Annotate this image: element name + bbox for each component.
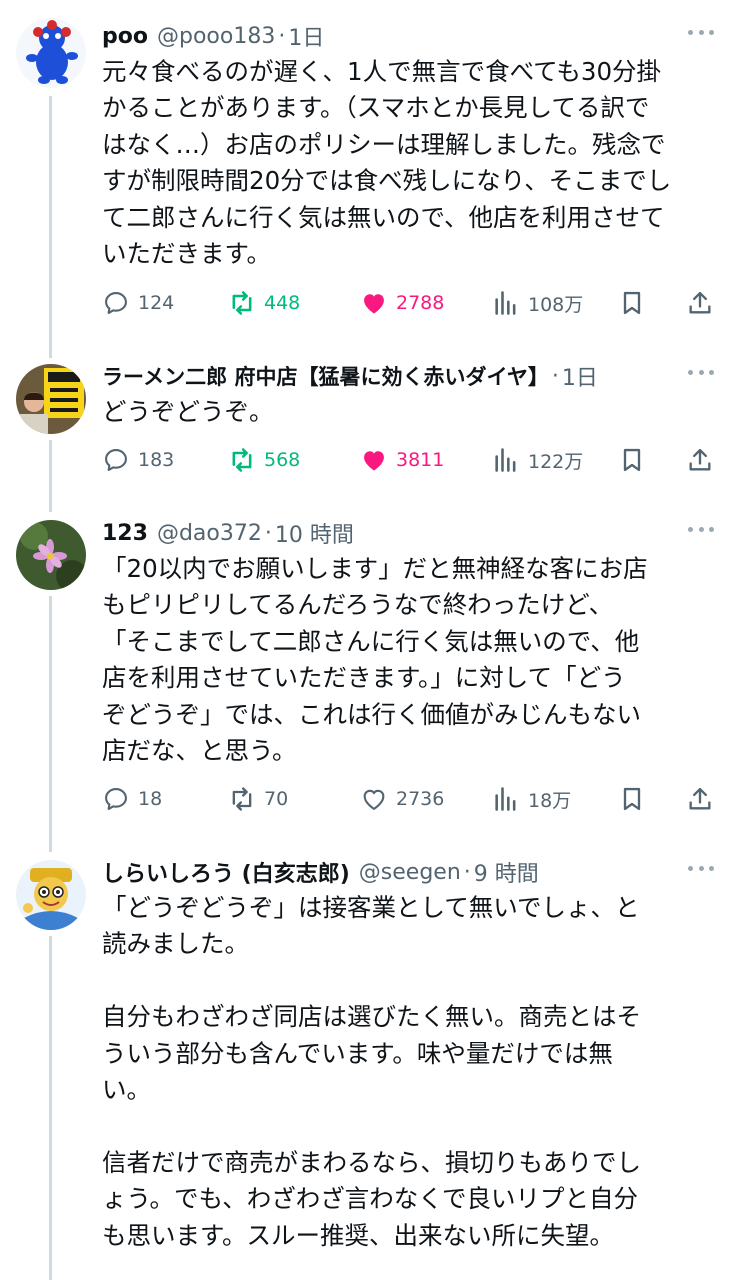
separator-dot: ·: [278, 23, 286, 49]
retweet-count: 448: [264, 292, 301, 314]
like-button[interactable]: 2736: [360, 779, 444, 819]
action-bar: 183 568 3811 122万: [102, 440, 714, 480]
reply-button[interactable]: 18: [102, 779, 162, 819]
user-handle[interactable]: @pooo183: [157, 24, 275, 49]
heart-filled-icon: [364, 451, 384, 471]
views-count: 122万: [528, 450, 584, 473]
display-name[interactable]: ラーメン二郎 府中店【猛暑に効く赤いダイヤ】: [102, 361, 549, 391]
share-icon: [689, 291, 711, 314]
timestamp[interactable]: 1日: [288, 20, 324, 52]
views-count: 18万: [528, 789, 572, 812]
bookmark-icon: [623, 787, 641, 811]
timestamp[interactable]: 10 時間: [275, 517, 354, 549]
timestamp[interactable]: 9 時間: [474, 856, 539, 888]
reply-icon: [105, 449, 127, 471]
more-options-icon[interactable]: [688, 28, 714, 36]
tweet-text: 「どうぞどうぞ」は接客業として無いでしょ、と 読みました。 自分もわざわざ同店は…: [102, 893, 641, 1250]
timestamp[interactable]: 1日: [562, 360, 598, 392]
views-count: 108万: [528, 293, 584, 316]
reply-icon: [105, 292, 127, 314]
tweet-header: しらいしろう (白亥志郎) @seegen · 9 時間: [102, 854, 539, 890]
tweet-text: 元々食べるのが遅く、1人で無言で食べても30分掛 かることがあります。（スマホと…: [102, 57, 672, 269]
more-options-icon[interactable]: [688, 864, 714, 872]
tweet-header: 123 @dao372 · 10 時間: [102, 515, 354, 551]
share-button[interactable]: [686, 283, 714, 323]
separator-dot: ·: [463, 859, 471, 885]
reply-count: 183: [138, 449, 175, 471]
ramen-shop-avatar[interactable]: [16, 364, 86, 434]
action-bar: 124 448 2788 108万: [102, 283, 714, 323]
heart-outline-icon: [363, 789, 385, 810]
retweet-button[interactable]: 568: [228, 440, 300, 480]
flower-photo-avatar[interactable]: [16, 520, 86, 590]
views-chart-icon: [495, 787, 516, 811]
more-options-icon[interactable]: [688, 525, 714, 533]
retweet-button[interactable]: 70: [228, 779, 288, 819]
cartoon-character-avatar[interactable]: [16, 860, 86, 930]
reply-icon: [105, 788, 127, 810]
bookmark-icon: [623, 448, 641, 472]
tweet-header: poo @pooo183 · 1日: [102, 18, 324, 54]
like-count: 2736: [396, 788, 445, 810]
like-button[interactable]: 3811: [360, 440, 444, 480]
tweet[interactable]: ラーメン二郎 府中店【猛暑に効く赤いダイヤ】 · 1日 どうぞどうぞ。 183 …: [0, 358, 734, 498]
tweet[interactable]: しらいしろう (白亥志郎) @seegen · 9 時間 「どうぞどうぞ」は接客…: [0, 854, 734, 1280]
share-icon: [689, 448, 711, 471]
separator-dot: ·: [551, 363, 559, 389]
separator-dot: ·: [264, 520, 272, 546]
user-handle[interactable]: @seegen: [359, 860, 461, 885]
retweet-button[interactable]: 448: [228, 283, 300, 323]
retweet-icon: [232, 787, 252, 811]
bookmark-button[interactable]: [618, 283, 646, 323]
blue-creature-avatar[interactable]: [16, 18, 86, 88]
share-button[interactable]: [686, 779, 714, 819]
bookmark-button[interactable]: [618, 440, 646, 480]
reply-count: 18: [138, 788, 163, 810]
share-button[interactable]: [686, 440, 714, 480]
views-button[interactable]: 18万: [492, 779, 571, 819]
user-handle[interactable]: @dao372: [157, 521, 262, 546]
views-button[interactable]: 122万: [492, 440, 583, 480]
views-button[interactable]: 108万: [492, 283, 583, 323]
reply-button[interactable]: 124: [102, 283, 174, 323]
retweet-icon: [232, 291, 252, 315]
tweet-text: 「20以内でお願いします」だと無神経な客にお店 もピリピリしてるんだろうなで終わ…: [102, 554, 648, 766]
display-name[interactable]: しらいしろう (白亥志郎): [102, 856, 350, 888]
retweet-count: 70: [264, 788, 289, 810]
more-options-icon[interactable]: [688, 368, 714, 376]
tweet-text: どうぞどうぞ。: [102, 397, 274, 426]
tweet[interactable]: poo @pooo183 · 1日 元々食べるのが遅く、1人で無言で食べても30…: [0, 18, 734, 338]
like-button[interactable]: 2788: [360, 283, 444, 323]
tweet-header: ラーメン二郎 府中店【猛暑に効く赤いダイヤ】 · 1日: [102, 358, 598, 394]
tweet[interactable]: 123 @dao372 · 10 時間 「20以内でお願いします」だと無神経な客…: [0, 515, 734, 835]
bookmark-icon: [623, 291, 641, 315]
retweet-count: 568: [264, 449, 301, 471]
reply-count: 124: [138, 292, 175, 314]
action-bar: 18 70 2736 18万: [102, 779, 714, 819]
reply-button[interactable]: 183: [102, 440, 174, 480]
like-count: 2788: [396, 292, 445, 314]
display-name[interactable]: 123: [102, 521, 148, 546]
display-name[interactable]: poo: [102, 24, 148, 49]
heart-filled-icon: [364, 294, 384, 314]
views-chart-icon: [495, 448, 516, 472]
views-chart-icon: [495, 291, 516, 315]
like-count: 3811: [396, 449, 445, 471]
share-icon: [689, 787, 711, 810]
retweet-icon: [232, 448, 252, 472]
bookmark-button[interactable]: [618, 779, 646, 819]
